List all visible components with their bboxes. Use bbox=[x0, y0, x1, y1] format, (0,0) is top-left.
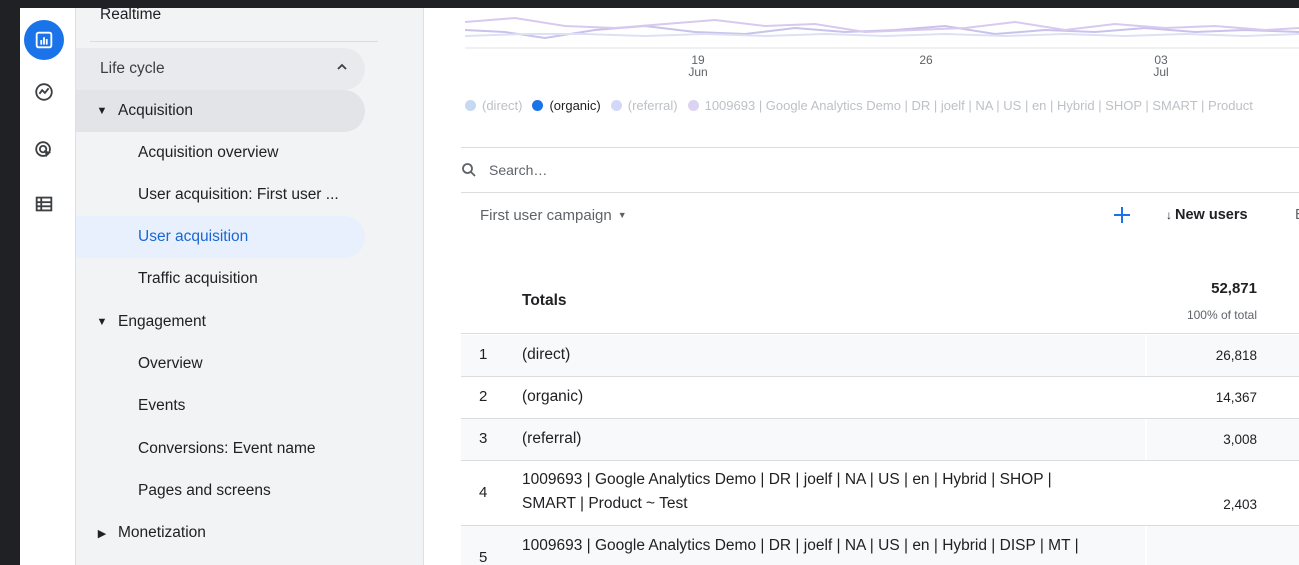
dimension-label: First user campaign bbox=[480, 206, 612, 224]
row-value: 26,818 bbox=[1215, 348, 1257, 363]
row-index: 1 bbox=[479, 346, 488, 363]
legend-label: (referral) bbox=[627, 98, 678, 113]
table-row[interactable]: 3 (referral) 3,008 bbox=[461, 419, 1299, 461]
sidebar-item-label: User acquisition bbox=[138, 228, 249, 245]
dropdown-arrow-icon: ▼ bbox=[617, 210, 627, 220]
section-life-cycle[interactable]: Life cycle bbox=[100, 48, 365, 90]
sidebar-item-label: Pages and screens bbox=[138, 482, 271, 499]
chevron-up-icon bbox=[335, 60, 349, 79]
line-chart bbox=[464, 8, 1299, 56]
chart-legend: (direct) (organic) (referral) 1009693 | … bbox=[465, 98, 1263, 113]
explore-icon[interactable] bbox=[24, 72, 64, 112]
nav-divider bbox=[90, 41, 378, 42]
totals-value: 52,871 bbox=[1211, 280, 1257, 297]
sidebar-item-label: Monetization bbox=[118, 524, 206, 541]
row-name: 1009693 | Google Analytics Demo | DR | j… bbox=[522, 537, 1079, 554]
table-row[interactable]: 4 1009693 | Google Analytics Demo | DR |… bbox=[461, 461, 1299, 526]
row-name: (direct) bbox=[522, 346, 571, 363]
row-value: 3,008 bbox=[1223, 432, 1257, 447]
x-tick-2: 26 bbox=[911, 54, 941, 66]
row-value: 2,403 bbox=[1223, 497, 1257, 512]
legend-dot bbox=[610, 100, 622, 111]
search-input[interactable]: Search… bbox=[489, 162, 547, 178]
legend-dot bbox=[532, 100, 544, 111]
legend-dot bbox=[465, 100, 476, 111]
sidebar-item-acquisition-overview[interactable]: Acquisition overview bbox=[138, 132, 278, 174]
legend-item-organic[interactable]: (organic) bbox=[532, 98, 601, 113]
plus-icon bbox=[1114, 207, 1130, 223]
row-index: 4 bbox=[479, 484, 488, 501]
totals-percent: 100% of total bbox=[1186, 308, 1257, 322]
sidebar-item-engagement[interactable]: ▼ Engagement bbox=[86, 301, 206, 343]
row-name: (referral) bbox=[522, 430, 582, 447]
sidebar-item-label: Engagement bbox=[118, 313, 206, 330]
report-main: 19 Jun 26 03 Jul (direct) (organic) (ref… bbox=[425, 8, 1299, 565]
sidebar-nav: Realtime Life cycle ▼ Acquisition Acquis… bbox=[76, 8, 424, 565]
sort-desc-icon: ↓ bbox=[1166, 208, 1172, 222]
caret-down-icon: ▼ bbox=[96, 105, 108, 117]
legend-item-direct[interactable]: (direct) bbox=[465, 98, 522, 113]
sidebar-item-label: Acquisition overview bbox=[138, 144, 279, 161]
x-tick-month: Jun bbox=[688, 65, 708, 79]
legend-label: (direct) bbox=[482, 98, 523, 113]
new-users-column-header[interactable]: ↓ New users bbox=[1166, 207, 1248, 223]
legend-dot bbox=[687, 100, 699, 111]
caret-right-icon: ▶ bbox=[97, 527, 107, 540]
sidebar-item-pages-and-screens[interactable]: Pages and screens bbox=[138, 470, 271, 512]
sidebar-item-monetization[interactable]: ▶ Monetization bbox=[86, 512, 206, 554]
totals-row: Totals 52,871 100% of total bbox=[461, 270, 1299, 334]
row-name: 1009693 | Google Analytics Demo | DR | j… bbox=[522, 471, 1052, 512]
totals-label: Totals bbox=[522, 292, 567, 309]
row-name: (organic) bbox=[522, 388, 584, 405]
reports-icon[interactable] bbox=[24, 20, 64, 60]
section-label: Life cycle bbox=[100, 60, 165, 77]
sidebar-item-user-acquisition[interactable]: User acquisition bbox=[138, 216, 248, 258]
table-row[interactable]: 2 (organic) 14,367 bbox=[461, 377, 1299, 419]
search-icon bbox=[461, 162, 489, 178]
sidebar-item-label: Realtime bbox=[100, 8, 162, 23]
advertising-icon[interactable] bbox=[24, 130, 64, 170]
sidebar-item-label: Traffic acquisition bbox=[138, 270, 258, 287]
legend-item-campaign[interactable]: 1009693 | Google Analytics Demo | DR | j… bbox=[687, 98, 1253, 113]
legend-item-referral[interactable]: (referral) bbox=[610, 98, 678, 113]
dimension-selector[interactable]: First user campaign ▼ bbox=[480, 207, 627, 224]
row-value: 14,367 bbox=[1215, 390, 1257, 405]
icon-rail bbox=[20, 8, 76, 565]
table-header: First user campaign ▼ ↓ New users E bbox=[461, 193, 1299, 237]
legend-label: 1009693 | Google Analytics Demo | DR | j… bbox=[704, 98, 1253, 113]
sidebar-item-label: Overview bbox=[138, 355, 203, 372]
row-index: 3 bbox=[479, 430, 488, 447]
x-tick-month: Jul bbox=[1153, 65, 1169, 79]
table-search[interactable]: Search… bbox=[461, 147, 1299, 193]
sidebar-item-conversions[interactable]: Conversions: Event name bbox=[138, 428, 315, 470]
x-tick-1: 19 Jun bbox=[683, 54, 713, 78]
configure-icon[interactable] bbox=[24, 184, 64, 224]
x-tick-day: 26 bbox=[919, 53, 933, 67]
chart-lines bbox=[464, 16, 1299, 49]
column-separator bbox=[1145, 526, 1147, 565]
column-separator bbox=[1145, 335, 1147, 376]
app-frame: Realtime Life cycle ▼ Acquisition Acquis… bbox=[20, 8, 1299, 565]
sidebar-item-traffic-acquisition[interactable]: Traffic acquisition bbox=[138, 258, 258, 300]
table-row[interactable]: 5 1009693 | Google Analytics Demo | DR |… bbox=[461, 526, 1299, 565]
sidebar-item-overview[interactable]: Overview bbox=[138, 343, 203, 385]
sidebar-item-realtime[interactable]: Realtime bbox=[100, 8, 161, 36]
row-index: 5 bbox=[479, 549, 488, 565]
column-separator bbox=[1145, 419, 1147, 460]
sidebar-item-acquisition[interactable]: ▼ Acquisition bbox=[86, 90, 193, 132]
caret-down-icon: ▼ bbox=[96, 316, 108, 328]
row-index: 2 bbox=[479, 388, 488, 405]
sidebar-item-label: Conversions: Event name bbox=[138, 440, 316, 457]
sidebar-item-label: User acquisition: First user ... bbox=[138, 186, 339, 203]
sidebar-item-user-acquisition-first-user[interactable]: User acquisition: First user ... bbox=[138, 174, 339, 216]
x-tick-3: 03 Jul bbox=[1146, 54, 1176, 78]
legend-label: (organic) bbox=[549, 98, 601, 113]
table-row[interactable]: 1 (direct) 26,818 bbox=[461, 335, 1299, 377]
sidebar-item-label: Events bbox=[138, 397, 186, 414]
next-column-header[interactable]: E bbox=[1295, 207, 1299, 223]
metric-label: New users bbox=[1175, 207, 1248, 223]
add-dimension-button[interactable] bbox=[1109, 202, 1135, 228]
sidebar-item-events[interactable]: Events bbox=[138, 385, 185, 427]
sidebar-item-label: Acquisition bbox=[118, 102, 193, 119]
